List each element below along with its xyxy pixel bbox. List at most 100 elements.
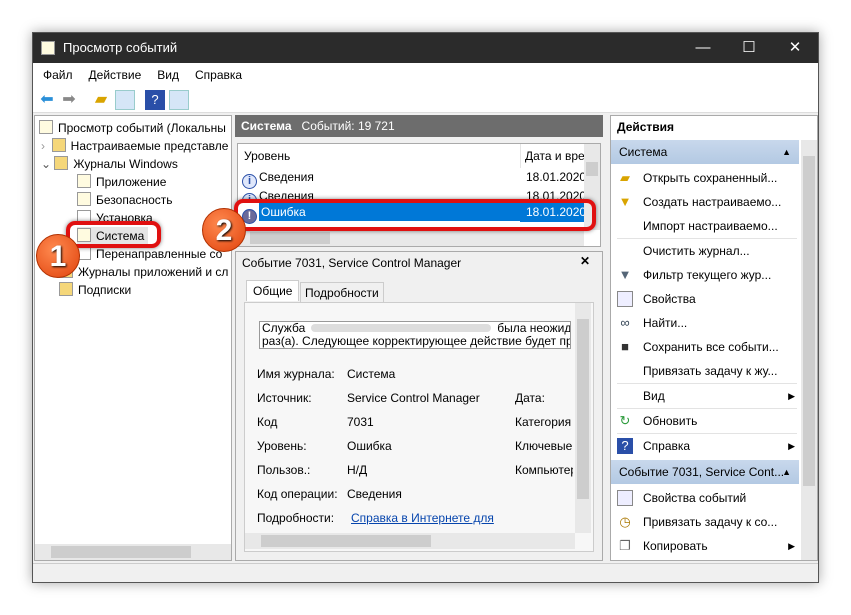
field-value: Н/Д bbox=[347, 463, 368, 477]
field-label: Уровень: bbox=[257, 439, 307, 453]
close-button[interactable]: ✕ bbox=[772, 33, 818, 63]
tab-details[interactable]: Подробности bbox=[300, 282, 384, 304]
minimize-button[interactable]: — bbox=[680, 33, 726, 63]
action-open-saved[interactable]: ▰ Открыть сохраненный... bbox=[611, 166, 799, 190]
folder-icon bbox=[51, 138, 66, 152]
action-help[interactable]: ? Справка ▶ bbox=[611, 434, 799, 458]
folder-up-icon[interactable]: ▰ bbox=[91, 90, 111, 110]
event-row[interactable]: iСведения18.01.2020 6 bbox=[242, 168, 596, 189]
action-properties[interactable]: Свойства bbox=[611, 287, 799, 311]
log-icon bbox=[77, 192, 91, 206]
menu-file[interactable]: Файл bbox=[33, 63, 79, 82]
step-badge-2: 2 bbox=[202, 208, 246, 252]
log-header: Система Событий: 19 721 bbox=[235, 115, 603, 137]
highlight-error-event bbox=[234, 199, 596, 231]
action-event-properties[interactable]: Свойства событий bbox=[611, 486, 799, 510]
navigation-tree: Просмотр событий (Локальны › Настраиваем… bbox=[34, 115, 232, 561]
forward-icon[interactable]: ➡ bbox=[59, 90, 79, 110]
event-list-header: Уровень Дата и врем bbox=[238, 144, 593, 168]
action-find[interactable]: ∞ Найти... bbox=[611, 311, 799, 335]
subscriptions-icon bbox=[59, 282, 73, 296]
actions-pane: Действия Система ▲ ▰ Открыть сохраненный..… bbox=[610, 115, 818, 561]
title-bar: Просмотр событий — ☐ ✕ bbox=[33, 33, 818, 63]
binoculars-icon: ∞ bbox=[620, 315, 630, 330]
field-label: Источник: bbox=[257, 391, 312, 405]
show-actions-icon[interactable] bbox=[169, 90, 189, 110]
right-fields: Дата: Категория за Ключевые с Компьютер: bbox=[515, 391, 573, 477]
copy-icon: ❐ bbox=[619, 538, 631, 553]
tree-root[interactable]: Просмотр событий (Локальны bbox=[39, 119, 226, 137]
column-date[interactable]: Дата и врем bbox=[520, 144, 593, 168]
step-badge-1: 1 bbox=[36, 234, 80, 278]
field-value: Система bbox=[347, 367, 396, 381]
help-icon[interactable]: ? bbox=[145, 90, 165, 110]
section-event[interactable]: Событие 7031, Service Cont... ▲ bbox=[611, 460, 799, 484]
action-attach-task-event[interactable]: ◷ Привязать задачу к со... bbox=[611, 510, 799, 534]
highlight-system-log bbox=[66, 221, 161, 248]
action-import-custom-view[interactable]: Импорт настраиваемо... bbox=[611, 214, 799, 238]
refresh-icon: ↻ bbox=[619, 413, 631, 428]
action-save-all[interactable]: ■ Сохранить все событи... bbox=[611, 335, 799, 359]
event-viewer-icon bbox=[39, 120, 53, 134]
actions-list: Система ▲ ▰ Открыть сохраненный... ▼ Создат… bbox=[611, 140, 801, 560]
field-label: Код bbox=[257, 415, 278, 429]
action-copy[interactable]: ❐ Копировать ▶ bbox=[611, 534, 799, 558]
field-value: Сведения bbox=[347, 487, 402, 501]
redacted-text bbox=[311, 324, 492, 332]
online-help-link[interactable]: Справка в Интернете для bbox=[351, 511, 494, 525]
actions-title: Действия bbox=[617, 120, 675, 134]
save-icon: ■ bbox=[621, 339, 629, 354]
show-tree-icon[interactable] bbox=[115, 90, 135, 110]
action-clear-log[interactable]: Очистить журнал... bbox=[611, 239, 799, 263]
submenu-arrow-icon: ▶ bbox=[788, 391, 795, 401]
action-refresh[interactable]: ↻ Обновить bbox=[611, 409, 799, 433]
field-label: Подробности: bbox=[257, 511, 335, 525]
submenu-arrow-icon: ▶ bbox=[788, 441, 795, 451]
actions-vscrollbar[interactable] bbox=[801, 140, 817, 560]
properties-icon bbox=[617, 490, 633, 506]
tree-log-security[interactable]: Безопасность bbox=[77, 191, 173, 209]
action-filter-log[interactable]: ▼ Фильтр текущего жур... bbox=[611, 263, 799, 287]
details-hscrollbar[interactable] bbox=[245, 533, 575, 549]
tree-app-logs[interactable]: Журналы приложений и сл bbox=[59, 263, 228, 281]
event-row[interactable]: iСведения18.01.2020 6 bbox=[242, 187, 592, 199]
app-icon bbox=[41, 41, 55, 55]
tree-custom-views[interactable]: › Настраиваемые представле bbox=[41, 137, 228, 155]
tree-subscriptions[interactable]: Подписки bbox=[59, 281, 131, 299]
tab-general[interactable]: Общие bbox=[246, 280, 300, 301]
event-details-pane: Событие 7031, Service Control Manager ✕ … bbox=[235, 251, 603, 561]
open-folder-icon: ▰ bbox=[620, 170, 630, 185]
column-level[interactable]: Уровень bbox=[244, 144, 290, 168]
general-tab-content: Служба была неожида раз(а). Следующее корр… bbox=[244, 302, 594, 552]
field-value: Ошибка bbox=[347, 439, 392, 453]
toolbar: ⬅ ➡ ▰ ? bbox=[33, 87, 818, 113]
event-list-hscrollbar[interactable] bbox=[238, 230, 584, 246]
tree-hscrollbar[interactable] bbox=[35, 544, 231, 560]
event-message: Служба была неожида раз(а). Следующее корр… bbox=[259, 321, 571, 349]
menu-help[interactable]: Справка bbox=[185, 63, 248, 82]
tree-log-application[interactable]: Приложение bbox=[77, 173, 166, 191]
field-label: Код операции: bbox=[257, 487, 338, 501]
filter-icon: ▼ bbox=[618, 194, 632, 209]
action-attach-task-log[interactable]: Привязать задачу к жу... bbox=[611, 359, 799, 383]
field-label: Имя журнала: bbox=[257, 367, 335, 381]
action-view[interactable]: Вид ▶ bbox=[611, 384, 799, 408]
status-bar bbox=[33, 563, 818, 582]
menu-view[interactable]: Вид bbox=[147, 63, 185, 82]
tree-windows-logs[interactable]: ⌄ Журналы Windows bbox=[41, 155, 178, 173]
back-icon[interactable]: ⬅ bbox=[37, 90, 57, 110]
section-system[interactable]: Система ▲ bbox=[611, 140, 799, 164]
filter-icon: ▼ bbox=[618, 267, 632, 282]
field-value: Service Control Manager bbox=[347, 391, 480, 405]
log-name: Система bbox=[241, 119, 292, 133]
task-clock-icon: ◷ bbox=[619, 514, 631, 529]
event-list: Уровень Дата и врем i Сведения 18.01.2020 … bbox=[237, 143, 601, 247]
menu-action[interactable]: Действие bbox=[79, 63, 148, 82]
close-details-button[interactable]: ✕ bbox=[580, 254, 590, 268]
action-create-custom-view[interactable]: ▼ Создать настраиваемо... bbox=[611, 190, 799, 214]
submenu-arrow-icon: ▶ bbox=[788, 541, 795, 551]
event-viewer-window: Просмотр событий — ☐ ✕ Файл Действие Вид Сп… bbox=[32, 32, 819, 583]
details-vscrollbar[interactable] bbox=[575, 303, 591, 533]
properties-icon bbox=[617, 291, 633, 307]
maximize-button[interactable]: ☐ bbox=[726, 33, 772, 63]
